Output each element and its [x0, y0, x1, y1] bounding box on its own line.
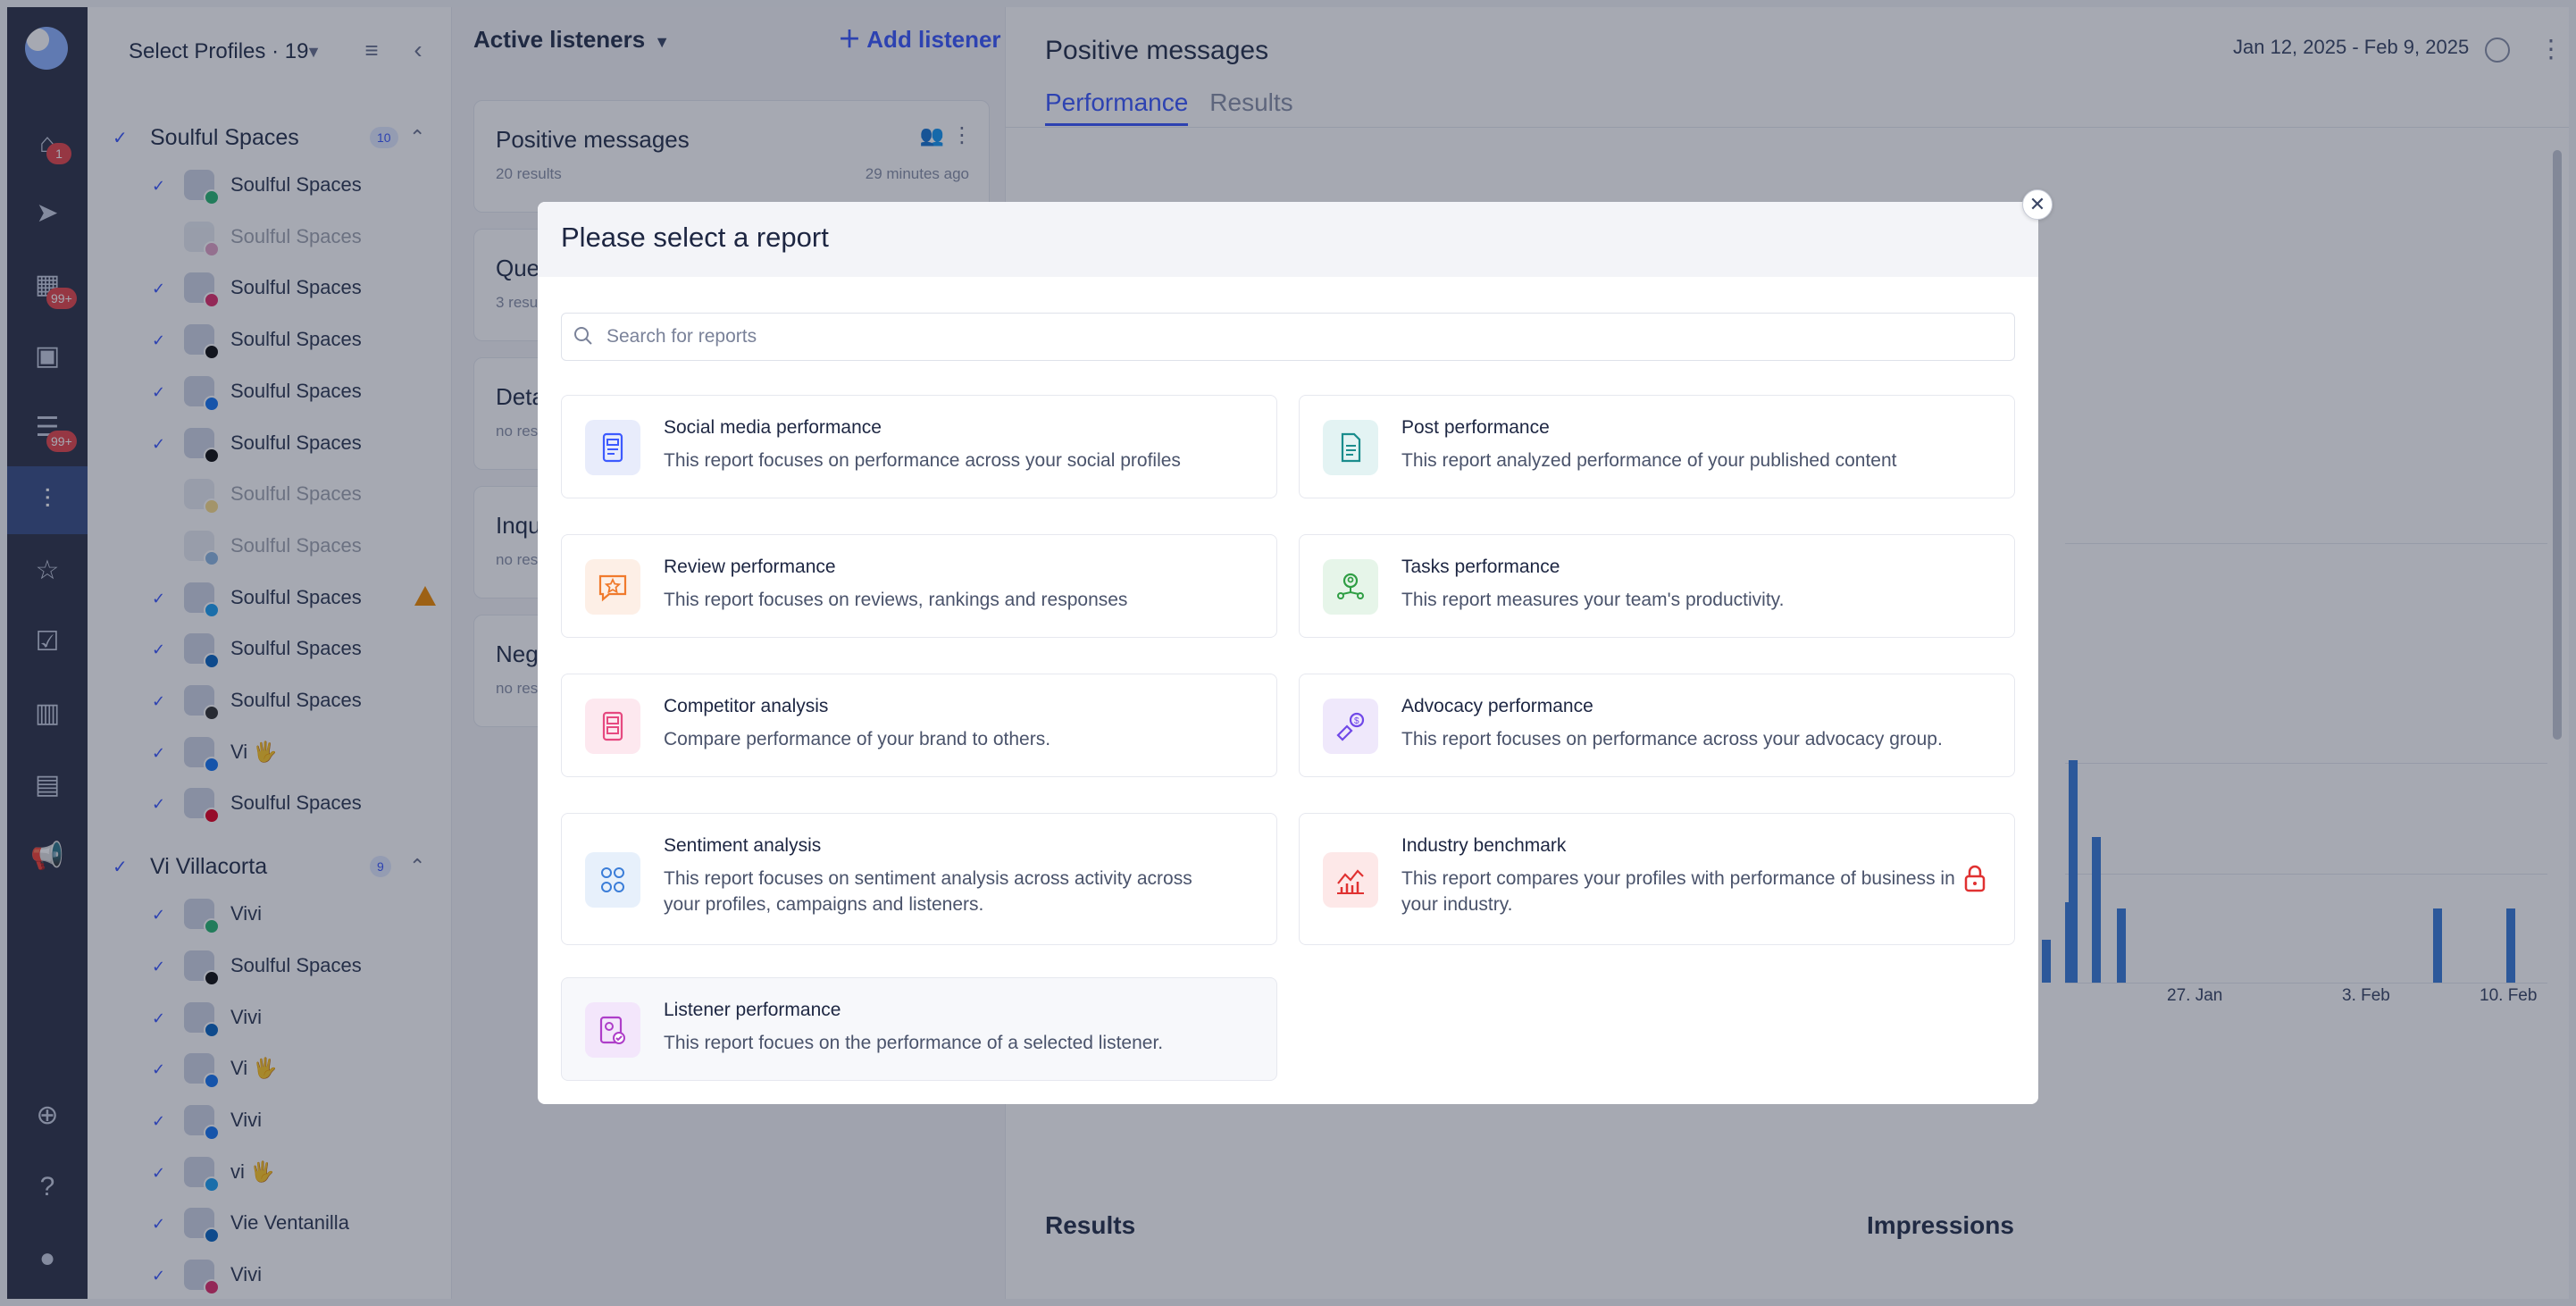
modal-title: Please select a report [561, 222, 829, 253]
document-icon [1341, 432, 1361, 463]
report-search-box [561, 313, 2015, 361]
review-star-icon [598, 574, 627, 602]
report-description: This report focuses on performance acros… [664, 450, 1181, 471]
report-card[interactable]: Tasks performance This report measures yo… [1299, 534, 2015, 638]
report-search-input[interactable] [606, 319, 2000, 355]
report-description: This report analyzed performance of your… [1401, 450, 1897, 471]
report-card[interactable]: Listener performance This report focues o… [561, 977, 1277, 1081]
app-window: ⌂ 1 ➤ ▦ 99+ ▣ ☰ 99+ ⫶ ☆ ☑ ▥ ▤ 📢 ⊕ ? ● Se… [0, 0, 2576, 1306]
competitor-icon [602, 711, 623, 741]
report-icon-tile [585, 420, 640, 475]
modal-header: Please select a report [538, 202, 2038, 277]
report-card[interactable]: Review performance This report focuses on… [561, 534, 1277, 638]
report-card[interactable]: Post performance This report analyzed per… [1299, 395, 2015, 498]
report-icon-tile [1323, 852, 1378, 908]
benchmark-chart-icon [1337, 869, 1364, 894]
listener-icon [599, 1016, 625, 1044]
report-title: Listener performance [664, 1000, 841, 1020]
report-title: Advocacy performance [1401, 696, 1593, 716]
team-icon [1337, 573, 1364, 599]
report-description: This report measures your team's product… [1401, 590, 1785, 610]
report-description: This report focuses on performance acros… [1401, 729, 1943, 749]
report-icon-tile [585, 852, 640, 908]
report-icon-tile [1323, 559, 1378, 615]
report-card[interactable]: Sentiment analysis This report focuses on… [561, 813, 1277, 945]
report-description: This report focuses on sentiment analysi… [664, 868, 1192, 915]
search-icon [574, 327, 592, 345]
report-title: Post performance [1401, 417, 1550, 438]
report-card[interactable]: Industry benchmark This report compares y… [1299, 813, 2015, 945]
report-description: This report focuses on reviews, rankings… [664, 590, 1128, 610]
social-media-icon [602, 432, 623, 463]
report-title: Tasks performance [1401, 557, 1560, 577]
report-title: Review performance [664, 557, 836, 577]
report-card[interactable]: Social media performance This report focu… [561, 395, 1277, 498]
report-card[interactable]: Competitor analysis Compare performance o… [561, 674, 1277, 777]
report-icon-tile [585, 1002, 640, 1058]
report-title: Competitor analysis [664, 696, 829, 716]
report-description: Compare performance of your brand to oth… [664, 729, 1051, 749]
sentiment-icon [601, 867, 624, 892]
report-icon-tile [1323, 420, 1378, 475]
report-icon-tile [585, 699, 640, 754]
close-icon[interactable]: ✕ [2022, 189, 2053, 220]
report-title: Industry benchmark [1401, 835, 1567, 856]
report-icon-tile: $ [1323, 699, 1378, 754]
report-icon-tile [585, 559, 640, 615]
report-title: Social media performance [664, 417, 882, 438]
report-title: Sentiment analysis [664, 835, 822, 856]
advocacy-icon: $ [1336, 712, 1365, 741]
lock-icon [1964, 865, 1986, 892]
report-card[interactable]: $ Advocacy performance This report focuses… [1299, 674, 2015, 777]
report-description: This report compares your profiles with … [1401, 868, 1955, 915]
report-description: This report focues on the performance of… [664, 1033, 1164, 1053]
svg-text:$: $ [1354, 716, 1359, 726]
select-report-modal: Please select a report ✕ Social media pe… [538, 189, 2053, 1104]
